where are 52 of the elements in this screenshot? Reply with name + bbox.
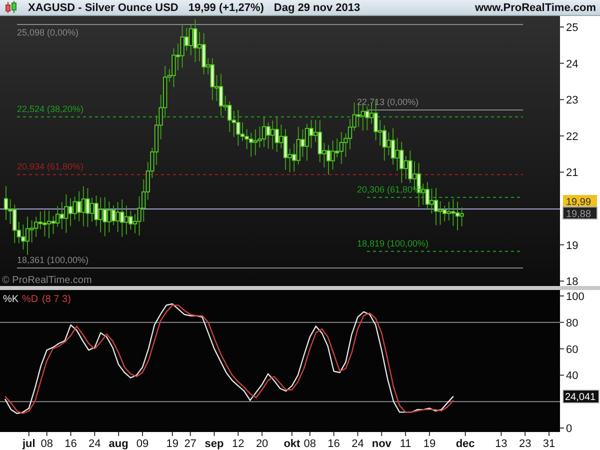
y-axis-label: 18 xyxy=(566,276,578,288)
y-axis-label: 0 xyxy=(566,423,572,436)
indicator-k-label: %K xyxy=(3,294,19,305)
candlestick-icon xyxy=(4,1,18,14)
x-axis-label: 27 xyxy=(184,438,196,450)
y-axis-label: 40 xyxy=(566,370,578,382)
x-axis-label: dec xyxy=(456,438,475,450)
x-axis-label: 19 xyxy=(166,438,179,450)
x-axis-label: okt xyxy=(284,438,300,450)
fibonacci-label: 25,098 (0,00%) xyxy=(17,27,79,38)
indicator-d-label: %D xyxy=(22,294,38,305)
y-axis-label: 100 xyxy=(566,290,584,303)
fibonacci-label: 18,819 (100,00%) xyxy=(357,238,429,248)
y-axis-label: 80 xyxy=(566,317,578,330)
indicator-parameters: (8 7 3) xyxy=(42,294,71,305)
x-axis-label: 31 xyxy=(542,438,556,450)
x-axis-label: 09 xyxy=(136,438,149,450)
y-axis-label: 22 xyxy=(566,130,578,143)
fibonacci-label: 18,361 (100,00%) xyxy=(17,255,89,265)
y-axis-label: 24 xyxy=(566,58,578,70)
x-axis-label: 19 xyxy=(423,438,436,450)
x-axis-label: 16 xyxy=(328,438,340,450)
y-axis-label: 60 xyxy=(566,344,578,356)
x-axis-label: aug xyxy=(108,438,128,450)
y-axis-label: 21 xyxy=(566,167,578,180)
x-axis-label: 24 xyxy=(352,438,364,450)
x-axis-label: 11 xyxy=(400,438,412,450)
website-link[interactable]: www.ProRealTime.com xyxy=(474,2,596,14)
period-text: Dag 29 nov 2013 xyxy=(274,2,360,14)
x-axis-label: sep xyxy=(204,438,224,450)
x-axis-label: 08 xyxy=(304,438,316,450)
x-axis-label: 23 xyxy=(518,438,532,450)
instrument-title: XAGUSD - Silver Ounce USD xyxy=(28,2,178,14)
x-axis-label: nov xyxy=(372,438,392,450)
x-axis-label: 16 xyxy=(64,438,77,450)
cursor-price-badge: 19,88 xyxy=(562,206,598,220)
y-axis-label: 19 xyxy=(566,240,578,252)
x-axis-label: jul xyxy=(22,438,36,450)
fibonacci-label: 22,524 (38,20%) xyxy=(17,104,84,114)
y-axis-label: 23 xyxy=(566,94,578,107)
x-axis-label: 20 xyxy=(256,438,268,450)
copyright-text: © ProRealTime.com xyxy=(2,275,92,286)
x-axis-label: 12 xyxy=(232,438,244,450)
oscillator-value-badge: 24,041 xyxy=(562,390,600,404)
x-axis-label: 24 xyxy=(88,438,101,450)
last-price-badge: 19,99 xyxy=(563,195,597,208)
x-axis-label: 08 xyxy=(40,438,53,450)
x-axis-label: 13 xyxy=(495,438,508,450)
quote-text: 19,99 (+1,27%) xyxy=(188,2,264,14)
fibonacci-label: 20,934 (61,80%) xyxy=(17,162,84,172)
y-axis-label: 25 xyxy=(566,22,578,34)
fibonacci-label: 22,713 (0,00%) xyxy=(357,97,419,108)
